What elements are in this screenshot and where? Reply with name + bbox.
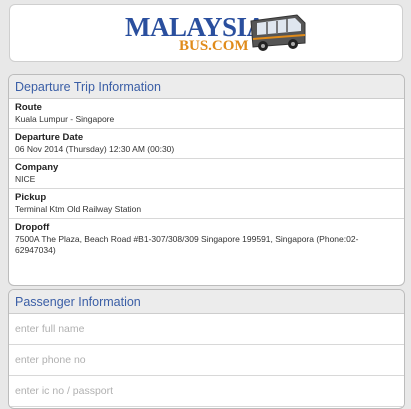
passenger-info-panel: Passenger Information [8, 289, 405, 409]
company-label: Company [15, 162, 59, 173]
dropoff-value: 7500A The Plaza, Beach Road #B1-307/308/… [15, 234, 359, 255]
phone-input[interactable] [9, 345, 404, 376]
departure-date-field: Departure Date 06 Nov 2014 (Thursday) 12… [9, 129, 404, 159]
pickup-value: Terminal Ktm Old Railway Station [15, 204, 142, 214]
bus-icon [250, 14, 306, 51]
site-header: MALAYSIA BUS.COM [9, 4, 403, 62]
route-field: Route Kuala Lumpur - Singapore [9, 99, 404, 129]
dropoff-field: Dropoff 7500A The Plaza, Beach Road #B1-… [9, 219, 404, 259]
pickup-label: Pickup [15, 192, 47, 203]
departure-date-value: 06 Nov 2014 (Thursday) 12:30 AM (00:30) [15, 144, 175, 154]
departure-panel-title: Departure Trip Information [9, 75, 404, 99]
ic-passport-input[interactable] [9, 376, 404, 407]
pickup-field: Pickup Terminal Ktm Old Railway Station [9, 189, 404, 219]
departure-date-label: Departure Date [15, 132, 84, 143]
route-label: Route [15, 102, 42, 113]
logo-sub-text: BUS.COM [179, 38, 249, 54]
departure-trip-panel: Departure Trip Information Route Kuala L… [8, 74, 405, 286]
route-value: Kuala Lumpur - Singapore [15, 114, 115, 124]
company-field: Company NICE [9, 159, 404, 189]
full-name-input[interactable] [9, 314, 404, 345]
passenger-panel-title: Passenger Information [9, 290, 404, 314]
company-value: NICE [15, 174, 36, 184]
dropoff-label: Dropoff [15, 222, 50, 233]
malaysiabus-logo[interactable]: MALAYSIA BUS.COM [115, 11, 315, 55]
